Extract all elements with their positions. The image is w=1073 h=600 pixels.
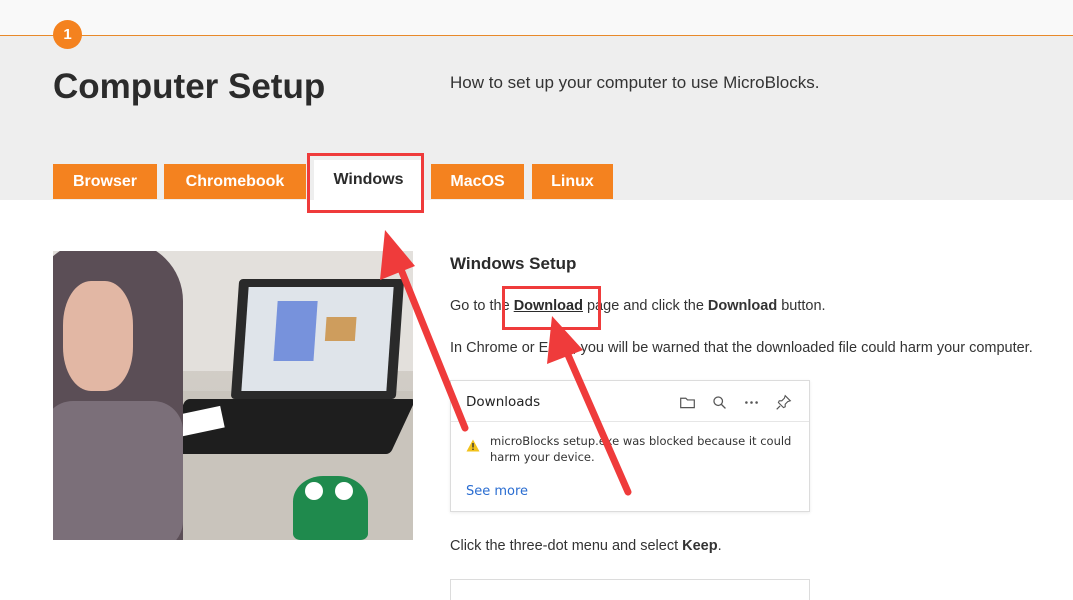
photo-laptop-screen [230, 279, 405, 399]
folder-icon[interactable] [677, 392, 697, 412]
photo-frog-eye [335, 482, 353, 500]
downloads-panel: Downloads microBlocks setup.exe was bloc… [450, 380, 810, 512]
tab-browser[interactable]: Browser [53, 164, 157, 199]
blocked-message: microBlocks setup.exe was blocked becaus… [490, 434, 792, 464]
search-icon[interactable] [709, 392, 729, 412]
top-bar [0, 0, 1073, 36]
tab-macos[interactable]: MacOS [431, 164, 524, 199]
page-subtitle: How to set up your computer to use Micro… [450, 73, 820, 92]
photo-frog-toy [293, 476, 368, 540]
instruction-text: . [717, 538, 722, 554]
photo-frog-eye [305, 482, 323, 500]
photo-code-blocks [273, 301, 318, 361]
photo-person-sweater [53, 401, 183, 540]
tab-linux[interactable]: Linux [532, 164, 613, 199]
warning-icon [466, 437, 480, 456]
instruction-keep: Click the three-dot menu and select Keep… [450, 538, 722, 554]
download-button-label: Download [707, 298, 778, 314]
section-heading: Windows Setup [450, 254, 577, 273]
see-more-link[interactable]: See more [466, 484, 528, 499]
pin-icon[interactable] [773, 392, 793, 412]
setup-photo [53, 251, 413, 540]
download-link[interactable]: Download [514, 298, 583, 314]
page-title: Computer Setup [53, 67, 326, 106]
photo-person-face [63, 281, 133, 391]
tab-windows[interactable]: Windows [314, 160, 423, 200]
keep-label: Keep [682, 538, 718, 554]
instruction-download: Go to the Download page and click the Do… [450, 298, 826, 314]
photo-laptop-display [241, 287, 394, 391]
more-icon[interactable] [741, 392, 761, 412]
next-screenshot-panel [450, 579, 810, 600]
photo-code-blocks-2 [324, 317, 357, 341]
downloads-title: Downloads [466, 394, 541, 410]
instruction-text: Go to the [450, 298, 514, 314]
downloads-divider [451, 421, 809, 422]
instruction-warning: In Chrome or Edge, you will be warned th… [450, 340, 1033, 356]
step-badge: 1 [53, 20, 82, 49]
instruction-text: button. [777, 298, 826, 314]
tab-chromebook[interactable]: Chromebook [164, 164, 306, 199]
instruction-text: Click the three-dot menu and select [450, 538, 683, 554]
instruction-text: page and click the [582, 298, 708, 314]
